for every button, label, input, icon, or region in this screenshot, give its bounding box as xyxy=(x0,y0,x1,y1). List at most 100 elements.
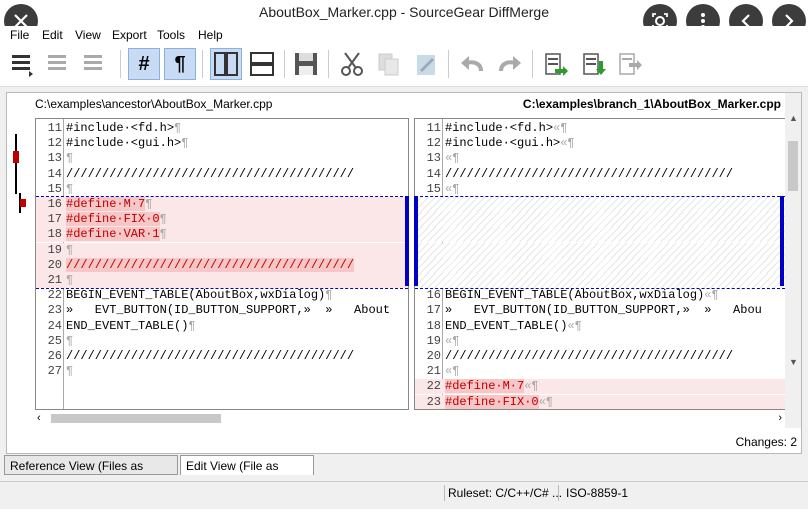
whitespace-marker: «¶ xyxy=(560,136,575,151)
line-number: 14 xyxy=(426,166,441,181)
line-number: 21 xyxy=(426,364,441,379)
toolbar-separator xyxy=(120,50,121,78)
scroll-up-icon[interactable]: ▲ xyxy=(789,113,798,123)
undo-button[interactable] xyxy=(456,48,488,80)
line-text: //////////////////////////////////////// xyxy=(66,167,354,182)
line-code: BEGIN_EVENT_TABLE(AboutBox,wxDialog) xyxy=(445,288,705,303)
menu-bar: File Edit View Export Tools Help xyxy=(0,26,808,44)
redo-button[interactable] xyxy=(494,48,526,80)
code-line: 22 #define·M·7«¶ xyxy=(415,379,785,395)
line-number: 27 xyxy=(47,364,62,379)
whitespace-marker: «¶ xyxy=(445,151,460,166)
align-center-button[interactable] xyxy=(42,48,74,80)
change-boundary xyxy=(415,196,785,197)
line-number: 14 xyxy=(47,166,62,181)
scroll-right-icon[interactable]: › xyxy=(778,412,782,424)
change-boundary xyxy=(415,288,785,289)
line-code: » EVT_BUTTON(ID_BUTTON_SUPPORT,» » About xyxy=(66,303,391,318)
apply-change-down-button[interactable] xyxy=(578,48,610,80)
line-code: //////////////////////////////////////// xyxy=(66,257,355,272)
copy-icon xyxy=(378,53,399,76)
line-numbers-toggle[interactable]: # xyxy=(128,48,160,80)
show-whitespace-toggle[interactable]: ¶ xyxy=(164,48,196,80)
arrow-down-doc-icon xyxy=(583,53,606,75)
horizontal-split-icon xyxy=(250,52,274,76)
tab-edit-view[interactable]: Edit View (File as Edited) xyxy=(180,455,314,493)
paste-button[interactable] xyxy=(410,48,442,80)
right-horizontal-scrollbar[interactable]: › xyxy=(414,411,786,427)
line-text: #define·FIX·0¶ xyxy=(66,212,167,227)
whitespace-marker: ¶ xyxy=(66,364,74,379)
change-overview-map[interactable] xyxy=(9,129,27,219)
copy-button[interactable] xyxy=(372,48,404,80)
paste-icon xyxy=(417,55,435,75)
line-number: 16 xyxy=(426,288,441,303)
line-text: #define·FIX·0«¶ xyxy=(445,394,553,409)
cut-button[interactable] xyxy=(336,48,368,80)
code-line: 22 BEGIN_EVENT_TABLE(AboutBox,wxDialog)¶ xyxy=(36,288,408,303)
scroll-thumb[interactable] xyxy=(788,141,798,191)
line-number: 15 xyxy=(47,181,62,196)
line-text: #include·<gui.h>«¶ xyxy=(445,136,575,151)
line-code: #define·FIX·0 xyxy=(445,394,539,409)
menu-tools[interactable]: Tools xyxy=(157,28,185,42)
encoding-status[interactable]: ISO-8859-1 xyxy=(566,486,628,500)
apply-change-right-button[interactable] xyxy=(540,48,572,80)
left-change-bar xyxy=(405,196,409,286)
line-number: 17 xyxy=(426,303,441,318)
line-text: //////////////////////////////////////// xyxy=(445,167,733,182)
toolbar: # ¶ xyxy=(0,44,808,87)
line-text: » EVT_BUTTON(ID_BUTTON_SUPPORT,» » Abou xyxy=(445,303,762,318)
scroll-left-icon[interactable]: ‹ xyxy=(37,412,41,424)
whitespace-marker: «¶ xyxy=(445,364,460,379)
line-number: 13 xyxy=(426,151,441,166)
code-line: 15 «¶ xyxy=(415,182,785,197)
code-line: 11 #include·<fd.h>¶ xyxy=(36,121,408,136)
ruleset-status[interactable]: Ruleset: C/C++/C# ... xyxy=(448,486,562,500)
h-scroll-thumb[interactable] xyxy=(51,414,221,423)
code-line: 27 ¶ xyxy=(36,364,408,379)
line-code: END_EVENT_TABLE() xyxy=(66,318,189,333)
whitespace-marker: ¶ xyxy=(174,121,182,135)
line-text: END_EVENT_TABLE()¶ xyxy=(66,319,196,334)
align-left-button[interactable] xyxy=(6,48,38,80)
apply-change-insert-button[interactable] xyxy=(614,48,646,80)
line-text: ¶ xyxy=(66,243,73,258)
scroll-down-icon[interactable]: ▼ xyxy=(789,357,798,367)
left-pane[interactable]: 11 #include·<fd.h>¶ 12 #include·<gui.h>¶ 13 ¶… xyxy=(35,118,409,410)
align-right-button[interactable] xyxy=(78,48,110,80)
line-number: 18 xyxy=(426,318,441,333)
menu-view[interactable]: View xyxy=(75,28,101,42)
line-text: ¶ xyxy=(66,182,73,197)
toolbar-separator xyxy=(202,50,203,78)
line-code: #define·M·7 xyxy=(66,197,146,211)
code-line: 19 «¶ xyxy=(415,334,785,349)
menu-export[interactable]: Export xyxy=(112,28,147,42)
line-number: 19 xyxy=(47,242,62,257)
line-code: » EVT_BUTTON(ID_BUTTON_SUPPORT,» » Abou xyxy=(445,303,762,318)
toolbar-separator xyxy=(284,50,285,78)
line-number: 19 xyxy=(426,333,441,348)
toolbar-separator xyxy=(448,50,449,78)
menu-file[interactable]: File xyxy=(10,28,29,42)
left-horizontal-scrollbar[interactable]: ‹ xyxy=(35,411,409,427)
vertical-scrollbar[interactable]: ▲ ▼ xyxy=(785,93,801,428)
whitespace-marker: ¶ xyxy=(145,197,153,211)
line-number: 11 xyxy=(426,121,441,135)
save-button[interactable] xyxy=(290,48,322,80)
side-by-side-button[interactable] xyxy=(210,48,242,80)
code-line: 21 ¶ xyxy=(36,273,408,288)
line-number: 22 xyxy=(47,288,62,303)
line-text: BEGIN_EVENT_TABLE(AboutBox,wxDialog)¶ xyxy=(66,288,332,303)
code-line: 21 «¶ xyxy=(415,364,785,379)
right-pane[interactable]: 11 #include·<fd.h>«¶ 12 #include·<gui.h>«¶ 1… xyxy=(414,118,786,410)
menu-edit[interactable]: Edit xyxy=(42,28,63,42)
line-code: #define·FIX·0 xyxy=(66,212,160,227)
arrow-right-doc-icon xyxy=(545,53,568,76)
change-boundary xyxy=(36,196,408,197)
menu-help[interactable]: Help xyxy=(198,28,223,42)
line-text: «¶ xyxy=(445,182,459,197)
line-code: #include·<gui.h> xyxy=(66,136,182,151)
stacked-view-button[interactable] xyxy=(246,48,278,80)
tab-reference-view[interactable]: Reference View (Files as Loaded) xyxy=(4,455,178,493)
